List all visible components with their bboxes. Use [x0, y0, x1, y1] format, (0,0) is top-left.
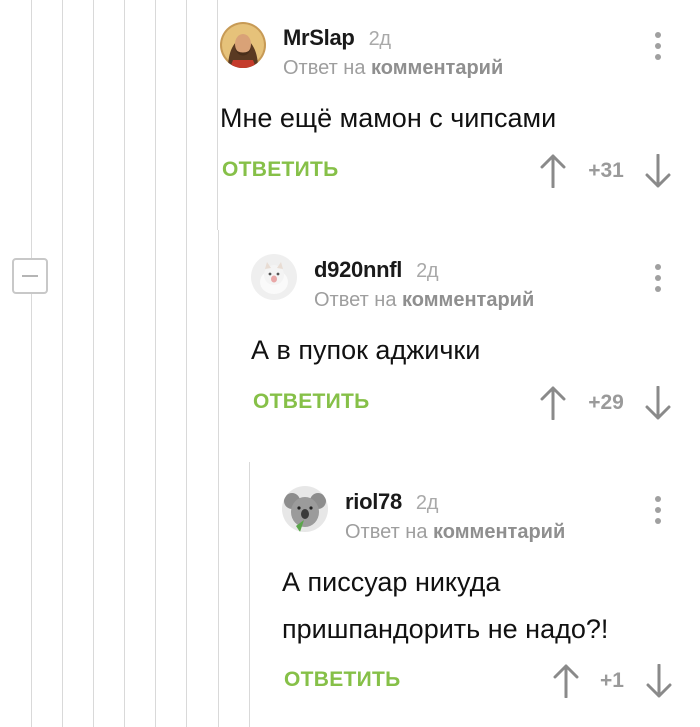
reply-button[interactable]: ОТВЕТИТЬ: [284, 668, 401, 692]
downvote-arrow-icon[interactable]: [645, 386, 671, 420]
comment-rating: +31: [588, 159, 624, 182]
upvote-arrow-icon[interactable]: [540, 154, 566, 188]
comment-text-line: пришпандорить не надо?!: [282, 614, 609, 644]
thread-line: [155, 0, 156, 727]
comment: riol78 2д Ответ на комментарий А писсуар …: [282, 486, 700, 726]
thread-line: [217, 0, 218, 230]
thread-line: [93, 0, 94, 727]
thread-line: [62, 0, 63, 727]
reply-button[interactable]: ОТВЕТИТЬ: [253, 390, 370, 414]
comment-author[interactable]: riol78 2д: [345, 489, 438, 515]
comment-text: А в пупок аджички: [251, 335, 481, 365]
comment-time: 2д: [368, 28, 392, 50]
downvote-arrow-icon[interactable]: [646, 664, 672, 698]
upvote-arrow-icon[interactable]: [553, 664, 579, 698]
upvote-arrow-icon[interactable]: [540, 386, 566, 420]
more-menu-icon[interactable]: [654, 496, 662, 526]
comment-author[interactable]: MrSlap 2д: [283, 25, 391, 51]
comment: d920nnfl 2д Ответ на комментарий А в пупо…: [251, 254, 700, 434]
avatar-jesus-icon[interactable]: [220, 22, 266, 68]
reply-to-label: Ответ на комментарий: [283, 57, 504, 79]
comment-time: 2д: [416, 260, 439, 282]
reply-target-link[interactable]: комментарий: [371, 57, 503, 79]
comment-time: 2д: [415, 492, 439, 514]
avatar-koala-icon[interactable]: [282, 486, 328, 532]
more-menu-icon[interactable]: [654, 264, 662, 294]
comment-rating: +1: [600, 669, 624, 692]
reply-target-link[interactable]: комментарий: [433, 521, 565, 543]
downvote-arrow-icon[interactable]: [645, 154, 671, 188]
avatar-kitten-icon[interactable]: [251, 254, 297, 300]
comment-text-line: А писсуар никуда: [282, 567, 501, 597]
comment: MrSlap 2д Ответ на комментарий Мне ещё ма…: [220, 22, 700, 202]
reply-to-label: Ответ на комментарий: [345, 521, 566, 543]
thread-line: [124, 0, 125, 727]
reply-to-label: Ответ на комментарий: [314, 289, 535, 311]
reply-button[interactable]: ОТВЕТИТЬ: [222, 158, 339, 182]
thread-line: [218, 230, 219, 727]
thread-line: [31, 0, 32, 727]
more-menu-icon[interactable]: [654, 32, 662, 62]
collapse-thread-button[interactable]: [12, 258, 48, 294]
thread-line: [249, 462, 250, 727]
thread-line: [186, 0, 187, 727]
reply-target-link[interactable]: комментарий: [402, 289, 534, 311]
comment-author[interactable]: d920nnfl 2д: [314, 257, 439, 283]
comment-text: Мне ещё мамон с чипсами: [220, 103, 557, 133]
comment-rating: +29: [588, 391, 624, 414]
